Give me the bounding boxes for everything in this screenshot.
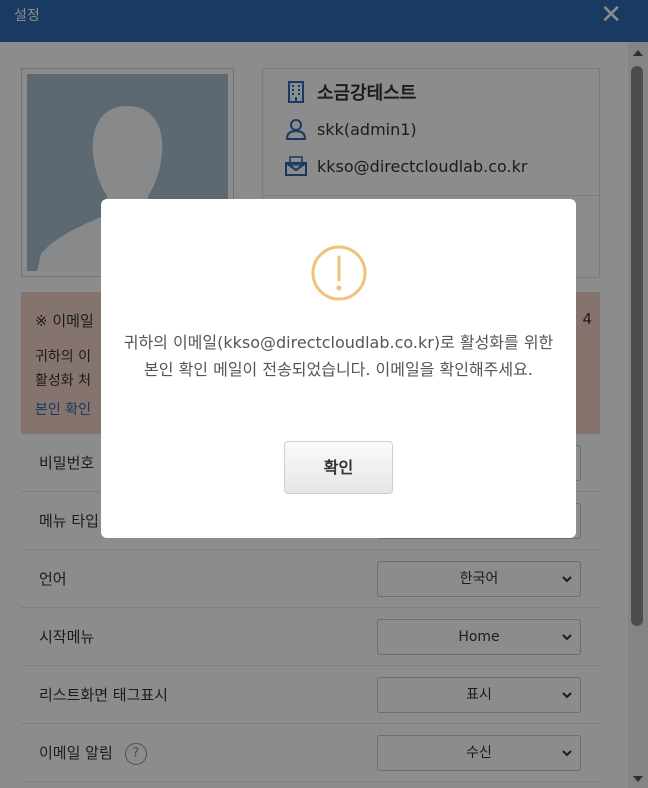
ok-button[interactable]: 확인 [284,441,393,494]
alert-dialog: 귀하의 이메일(kkso@directcloudlab.co.kr)로 활성화를… [101,199,576,538]
dialog-message: 귀하의 이메일(kkso@directcloudlab.co.kr)로 활성화를… [123,333,554,379]
warning-circle-icon [311,245,367,301]
